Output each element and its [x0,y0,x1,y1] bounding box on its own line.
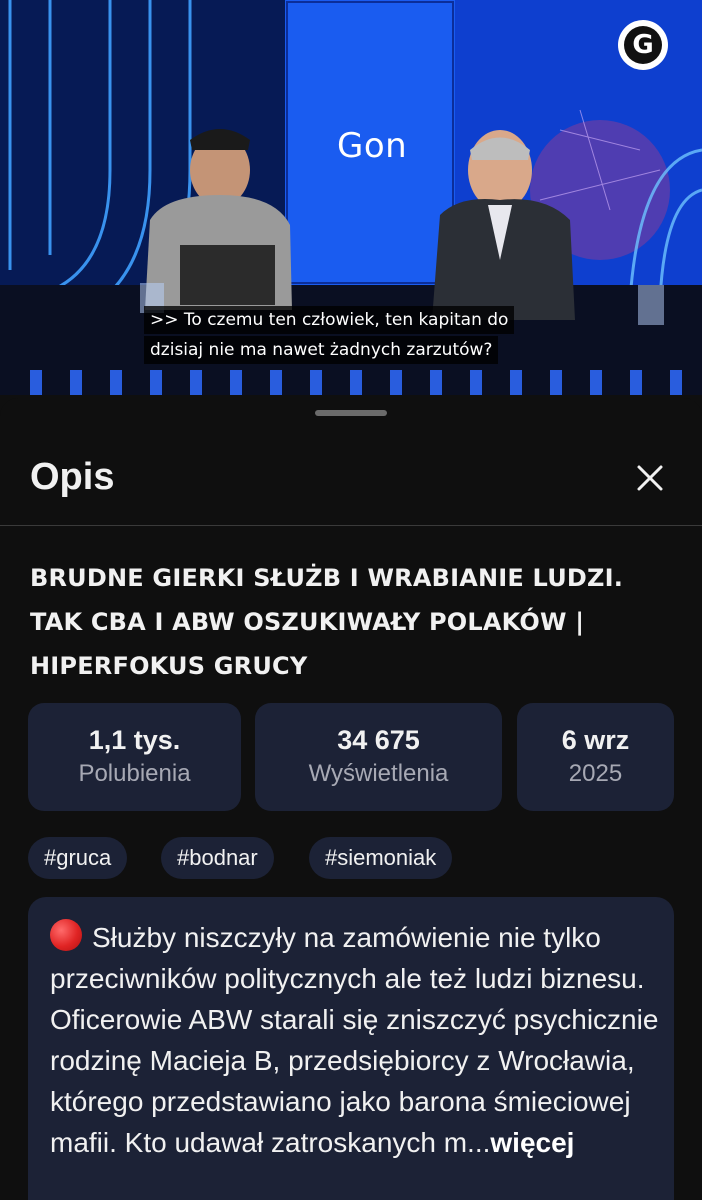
views-value: 34 675 [337,725,420,755]
channel-brand-text: Gon [337,126,408,166]
subtitle-line-2: dzisiaj nie ma nawet żadnych zarzutów? [144,336,499,364]
subtitle-line-1: >> To czemu ten człowiek, ten kapitan do [144,306,515,334]
sheet-title: Opis [30,456,115,498]
video-player[interactable]: Gon G >> To czemu ten człowiek, ten kapi… [0,0,702,395]
sheet-header: Opis [0,438,702,526]
date-day: 6 wrz [561,725,630,755]
video-subtitles: >> To czemu ten człowiek, ten kapitan do… [144,306,564,364]
stats-row: 1,1 tys. Polubienia 34 675 Wyświetlenia … [28,703,676,811]
close-icon [637,465,663,491]
drag-handle[interactable] [315,410,387,416]
channel-logo-icon: G [618,20,668,70]
views-label: Wyświetlenia [308,760,449,787]
video-title: BRUDNE GIERKI SŁUŻB I WRABIANIE LUDZI. T… [30,564,624,680]
likes-label: Polubienia [78,760,191,787]
description-sheet: Opis BRUDNE GIERKI SŁUŻB I WRABIANIE LUD… [0,398,702,1200]
close-button[interactable] [628,456,672,500]
description-body: Służby niszczyły na zamówienie nie tylko… [50,917,660,1163]
hashtag-bodnar[interactable]: #bodnar [161,837,274,879]
more-link[interactable]: więcej [490,1127,574,1158]
channel-logo-letter: G [624,26,662,64]
description-text: Służby niszczyły na zamówienie nie tylko… [50,922,659,1158]
likes-stat: 1,1 tys. Polubienia [28,703,241,811]
views-stat: 34 675 Wyświetlenia [255,703,502,811]
hashtag-gruca[interactable]: #gruca [28,837,128,879]
hashtag-siemoniak[interactable]: #siemoniak [309,837,453,879]
likes-value: 1,1 tys. [88,725,181,755]
date-stat: 6 wrz 2025 [517,703,674,811]
date-year: 2025 [568,760,623,787]
description-card[interactable]: Służby niszczyły na zamówienie nie tylko… [28,897,674,1200]
red-circle-icon [50,919,82,951]
